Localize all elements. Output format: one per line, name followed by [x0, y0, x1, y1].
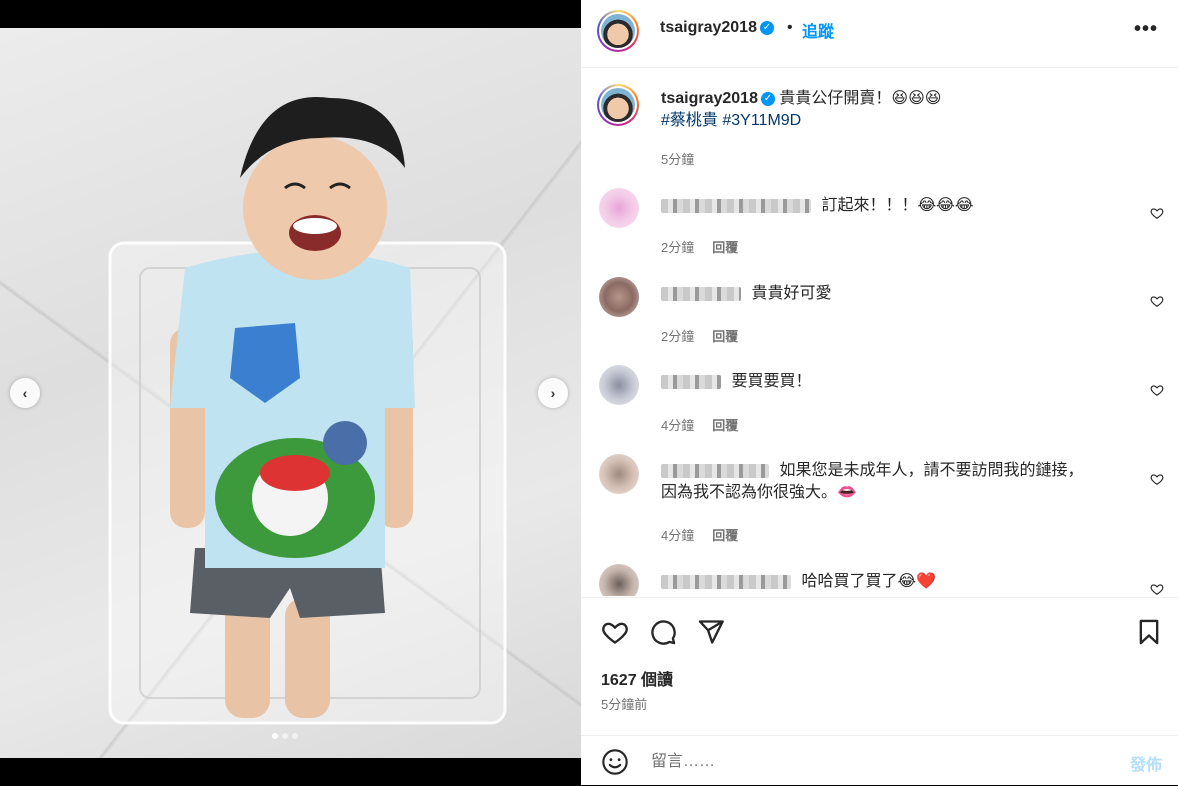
- post-photo: [0, 28, 581, 758]
- author-username[interactable]: tsaigray2018 ✓: [660, 19, 774, 37]
- save-bookmark-icon[interactable]: [1135, 618, 1163, 646]
- post-header: tsaigray2018 ✓ • 追蹤 •••: [581, 0, 1178, 68]
- commenter-username-redacted[interactable]: [661, 286, 741, 301]
- like-comment-heart-icon[interactable]: [1150, 206, 1164, 220]
- commenter-avatar[interactable]: [599, 365, 639, 405]
- reply-button[interactable]: 回覆: [712, 240, 738, 255]
- like-comment-heart-icon[interactable]: [1150, 294, 1164, 308]
- emoji-icon[interactable]: [601, 748, 629, 776]
- comment-item: 訂起來！！！😂😂😂: [661, 195, 974, 217]
- chevron-right-icon: ›: [550, 385, 556, 401]
- comment-item: 要買要買！: [661, 371, 811, 393]
- reply-button[interactable]: 回覆: [712, 329, 738, 344]
- share-icon[interactable]: [697, 618, 725, 646]
- slide-dot: [282, 733, 288, 739]
- comment-item: 如果您是未成年人，請不要訪問我的鏈接， 因為我不認為你很強大。👄: [661, 460, 1083, 504]
- comment-text: 因為我不認為你很強大。👄: [661, 484, 857, 501]
- commenter-username-redacted[interactable]: [661, 374, 721, 389]
- comment-text: 要買要買！: [731, 373, 812, 390]
- like-comment-heart-icon[interactable]: [1150, 472, 1164, 486]
- caption-text: 貴貴公仔開賣！😆😆😆: [779, 90, 942, 107]
- reply-button[interactable]: 回覆: [712, 418, 738, 433]
- slide-indicator: [272, 733, 298, 739]
- like-comment-heart-icon[interactable]: [1150, 383, 1164, 397]
- previous-slide-button[interactable]: ‹: [10, 378, 40, 408]
- slide-dot: [292, 733, 298, 739]
- commenter-avatar[interactable]: [599, 454, 639, 494]
- reply-button[interactable]: 回覆: [712, 528, 738, 543]
- avatar[interactable]: [597, 10, 639, 52]
- commenter-avatar[interactable]: [599, 564, 639, 596]
- comment-text: 哈哈買了買了😂❤️: [801, 573, 937, 590]
- comment-text: 貴貴好可愛: [751, 285, 832, 302]
- comment-text: 如果您是未成年人，請不要訪問我的鏈接，: [779, 462, 1084, 479]
- comment-time: 2分鐘: [661, 240, 695, 255]
- next-slide-button[interactable]: ›: [538, 378, 568, 408]
- verified-badge-icon: ✓: [760, 91, 775, 106]
- verified-badge-icon: ✓: [759, 20, 774, 35]
- more-options-icon[interactable]: •••: [1134, 18, 1158, 41]
- separator-dot: •: [787, 19, 793, 36]
- comment-meta: 2分鐘 回覆: [661, 326, 738, 345]
- hashtag-link[interactable]: #蔡桃貴: [661, 112, 718, 129]
- comment-icon[interactable]: [649, 618, 677, 646]
- post-comment-button[interactable]: 發佈: [1130, 751, 1162, 775]
- caption-time: 5分鐘: [661, 152, 695, 167]
- post-caption: tsaigray2018 ✓ 貴貴公仔開賣！😆😆😆 #蔡桃貴 #3Y11M9D: [661, 88, 1141, 132]
- comment-item: 哈哈買了買了😂❤️: [661, 571, 936, 593]
- comment-time: 2分鐘: [661, 329, 695, 344]
- comment-meta: 4分鐘 回覆: [661, 525, 738, 544]
- post-actions: 1627 個讀 5分鐘前: [581, 597, 1178, 736]
- commenter-avatar[interactable]: [599, 277, 639, 317]
- comment-time: 4分鐘: [661, 528, 695, 543]
- follow-button[interactable]: 追蹤: [802, 18, 834, 42]
- photo-illustration: [108, 97, 507, 725]
- commenter-username-redacted[interactable]: [661, 198, 811, 213]
- comment-time: 4分鐘: [661, 418, 695, 433]
- add-comment-bar: 發佈: [581, 735, 1178, 786]
- hashtag-link[interactable]: #3Y11M9D: [722, 112, 801, 129]
- post-time: 5分鐘前: [601, 697, 648, 712]
- comment-input[interactable]: [649, 750, 1093, 774]
- commenter-username-redacted[interactable]: [661, 574, 791, 589]
- avatar[interactable]: [597, 84, 639, 126]
- post-panel: tsaigray2018 ✓ • 追蹤 ••• tsaigray2018 ✓ 貴貴公…: [581, 0, 1178, 785]
- chevron-left-icon: ‹: [22, 385, 28, 401]
- comment-meta: 2分鐘 回覆: [661, 237, 738, 256]
- view-count[interactable]: 1627 個讀: [601, 666, 673, 690]
- caption-username[interactable]: tsaigray2018: [661, 90, 758, 107]
- comment-text: 訂起來！！！😂😂😂: [821, 197, 974, 214]
- comment-meta: 4分鐘 回覆: [661, 415, 738, 434]
- commenter-avatar[interactable]: [599, 188, 639, 228]
- slide-dot: [272, 733, 278, 739]
- comments-list: tsaigray2018 ✓ 貴貴公仔開賣！😆😆😆 #蔡桃貴 #3Y11M9D 5…: [581, 68, 1178, 596]
- like-heart-icon[interactable]: [601, 618, 629, 646]
- like-comment-heart-icon[interactable]: [1150, 582, 1164, 596]
- comment-item: 貴貴好可愛: [661, 283, 831, 305]
- commenter-username-redacted[interactable]: [661, 463, 769, 478]
- post-media: ‹ ›: [0, 0, 581, 785]
- author-username-text[interactable]: tsaigray2018: [660, 19, 757, 36]
